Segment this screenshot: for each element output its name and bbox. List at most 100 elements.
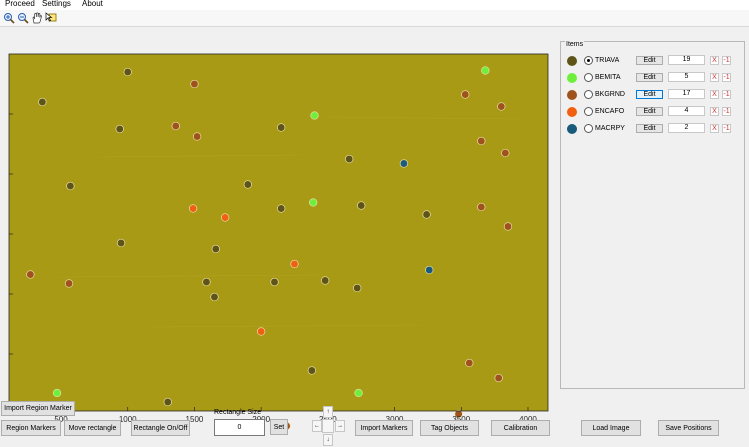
marker-triava[interactable] xyxy=(353,283,362,293)
nudge-left-button[interactable]: ← xyxy=(312,420,322,432)
count-field[interactable]: 19 xyxy=(668,55,705,65)
load-image-button[interactable]: Load Image xyxy=(581,420,641,436)
edit-button[interactable]: Edit xyxy=(636,124,663,133)
marker-triava[interactable] xyxy=(243,180,252,189)
delete-marker-button[interactable]: X xyxy=(710,107,719,116)
decrement-button[interactable]: -1 xyxy=(722,107,731,116)
marker-triava[interactable] xyxy=(277,204,286,213)
marker-triava[interactable] xyxy=(270,277,279,287)
marker-encafo[interactable] xyxy=(290,259,299,269)
data-cursor-icon[interactable] xyxy=(44,11,57,25)
pan-hand-icon[interactable] xyxy=(30,11,43,25)
marker-encafo[interactable] xyxy=(220,213,230,222)
rectangle-size-input[interactable]: 0 xyxy=(214,419,265,436)
marker-bemita[interactable] xyxy=(309,198,318,207)
delete-marker-button[interactable]: X xyxy=(710,124,719,133)
marker-bkgrnd[interactable] xyxy=(26,270,35,279)
count-field[interactable]: 17 xyxy=(668,89,705,99)
nudge-center xyxy=(322,419,334,433)
marker-triava[interactable] xyxy=(357,201,366,210)
save-positions-button[interactable]: Save Positions xyxy=(658,420,719,436)
marker-triava[interactable] xyxy=(163,397,172,407)
delete-marker-button[interactable]: X xyxy=(710,90,719,99)
import-region-marker-button[interactable]: Import Region Marker xyxy=(1,401,75,416)
marker-triava[interactable] xyxy=(116,238,126,248)
menu-about[interactable]: About xyxy=(82,0,103,9)
calibration-button[interactable]: Calibration xyxy=(491,420,550,436)
category-swatch xyxy=(567,56,577,66)
marker-triava[interactable] xyxy=(202,277,211,287)
marker-triava[interactable] xyxy=(211,244,220,254)
count-field[interactable]: 2 xyxy=(668,123,705,133)
delete-marker-button[interactable]: X xyxy=(710,56,719,65)
marker-bemita[interactable] xyxy=(354,388,363,398)
move-rectangle-button[interactable]: Move rectangle xyxy=(64,420,121,436)
menu-settings[interactable]: Settings xyxy=(42,0,71,9)
marker-bkgrnd[interactable] xyxy=(192,132,202,141)
marker-bkgrnd[interactable] xyxy=(461,90,470,99)
category-radio[interactable] xyxy=(584,56,593,65)
category-radio[interactable] xyxy=(584,107,593,116)
marker-bkgrnd[interactable] xyxy=(503,222,513,231)
edit-button[interactable]: Edit xyxy=(636,56,663,65)
items-panel: Items TRIAVA Edit 19 X -1 BEMITA Edit 5 X -1 BKGRN… xyxy=(560,41,745,389)
zoom-in-icon[interactable] xyxy=(2,11,15,25)
marker-triava[interactable] xyxy=(321,276,330,285)
image-axes[interactable]: 5001000150020002500300035004000 xyxy=(0,27,560,447)
nudge-right-button[interactable]: → xyxy=(335,420,345,432)
marker-triava[interactable] xyxy=(66,181,75,191)
import-markers-button[interactable]: Import Markers xyxy=(355,420,413,436)
marker-triava[interactable] xyxy=(277,123,286,132)
marker-bkgrnd[interactable] xyxy=(190,79,199,89)
marker-triava[interactable] xyxy=(345,154,354,164)
marker-bemita[interactable] xyxy=(481,66,490,75)
delete-marker-button[interactable]: X xyxy=(710,73,719,82)
marker-encafo[interactable] xyxy=(188,204,198,213)
marker-bkgrnd[interactable] xyxy=(171,121,180,131)
marker-bkgrnd[interactable] xyxy=(477,136,486,146)
rectangle-size-label: Rectangle Size xyxy=(214,409,262,416)
marker-bkgrnd[interactable] xyxy=(477,202,486,212)
marker-triava[interactable] xyxy=(115,124,124,134)
nudge-up-button[interactable]: ↑ xyxy=(323,406,333,418)
edit-button[interactable]: Edit xyxy=(636,107,663,116)
menu-bar: Proceed Settings About xyxy=(0,0,749,10)
marker-bemita[interactable] xyxy=(310,111,319,120)
category-swatch xyxy=(567,107,577,117)
edit-button[interactable]: Edit xyxy=(636,90,663,99)
tag-objects-button[interactable]: Tag Objects xyxy=(420,420,479,436)
marker-macrpy[interactable] xyxy=(425,265,434,275)
marker-bkgrnd[interactable] xyxy=(64,279,74,288)
marker-triava[interactable] xyxy=(38,97,47,107)
set-button[interactable]: Set xyxy=(270,419,288,435)
category-radio[interactable] xyxy=(584,90,593,99)
zoom-out-icon[interactable] xyxy=(16,11,29,25)
item-row-macrpy: MACRPY Edit 2 X -1 xyxy=(561,123,744,135)
category-swatch xyxy=(567,90,577,100)
edit-button[interactable]: Edit xyxy=(636,73,663,82)
marker-bkgrnd[interactable] xyxy=(501,148,510,158)
nudge-down-button[interactable]: ↓ xyxy=(323,434,333,446)
decrement-button[interactable]: -1 xyxy=(722,124,731,133)
category-radio[interactable] xyxy=(584,73,593,82)
count-field[interactable]: 5 xyxy=(668,72,705,82)
decrement-button[interactable]: -1 xyxy=(722,56,731,65)
decrement-button[interactable]: -1 xyxy=(722,90,731,99)
marker-bemita[interactable] xyxy=(52,388,62,398)
rectangle-toggle-button[interactable]: Rectangle On/Off xyxy=(131,420,190,436)
marker-triava[interactable] xyxy=(422,210,431,219)
marker-macrpy[interactable] xyxy=(399,159,409,168)
item-row-encafo: ENCAFO Edit 4 X -1 xyxy=(561,106,744,118)
region-markers-button[interactable]: Region Markers xyxy=(1,420,61,436)
decrement-button[interactable]: -1 xyxy=(722,73,731,82)
marker-bkgrnd[interactable] xyxy=(494,373,503,383)
category-radio[interactable] xyxy=(584,124,593,133)
menu-proceed[interactable]: Proceed xyxy=(5,0,35,9)
marker-encafo[interactable] xyxy=(257,327,266,336)
marker-bkgrnd[interactable] xyxy=(497,102,506,111)
count-field[interactable]: 4 xyxy=(668,106,705,116)
marker-triava[interactable] xyxy=(307,366,317,375)
marker-bkgrnd[interactable] xyxy=(465,358,474,368)
marker-triava[interactable] xyxy=(210,292,219,302)
marker-triava[interactable] xyxy=(123,67,132,77)
